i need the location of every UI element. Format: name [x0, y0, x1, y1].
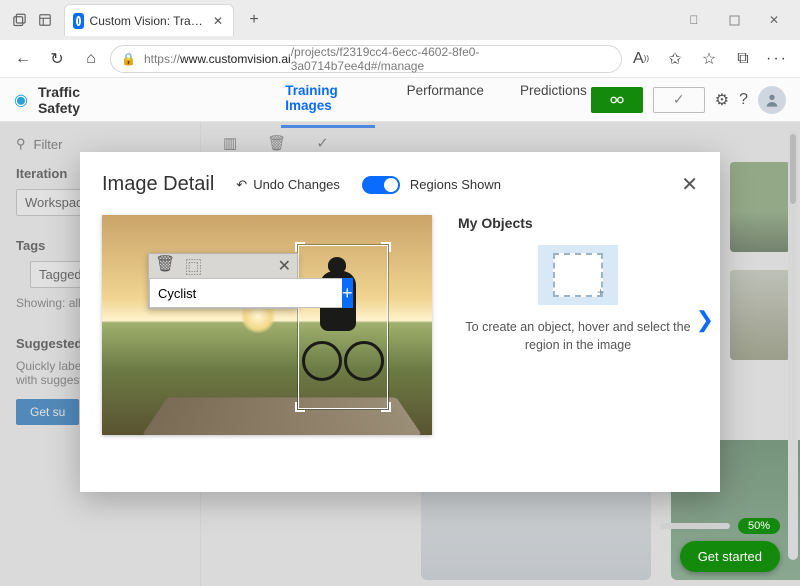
new-tab-button[interactable]: + — [240, 11, 268, 29]
back-button[interactable]: ← — [8, 44, 38, 74]
lock-icon: 🔒 — [121, 52, 136, 66]
url-protocol: https:// — [144, 52, 180, 66]
add-tag-button[interactable]: + — [342, 278, 353, 308]
tab-close-icon[interactable]: ✕ — [213, 14, 223, 28]
undo-label: Undo Changes — [253, 177, 340, 192]
browser-titlebar: Custom Vision: Traffic Safety - Tr ✕ + 􀅽… — [0, 0, 800, 40]
my-objects-heading: My Objects — [458, 215, 698, 231]
undo-icon: ↶ — [236, 177, 247, 193]
favicon-icon — [73, 13, 84, 29]
resize-handle-tr[interactable] — [381, 242, 391, 252]
more-menu[interactable]: ··· — [762, 44, 792, 74]
refresh-button[interactable]: ↻ — [42, 44, 72, 74]
undo-button[interactable]: ↶ Undo Changes — [236, 177, 340, 193]
regions-shown-toggle[interactable] — [362, 176, 400, 194]
resize-handle-tl[interactable] — [295, 242, 305, 252]
settings-icon[interactable]: ⚙ — [715, 90, 729, 110]
object-placeholder[interactable]: + — [538, 245, 618, 305]
collections-icon[interactable]: ⧉ — [728, 44, 758, 74]
progress-badge: 50% — [738, 518, 780, 534]
app-header: ◉ Traffic Safety Training Images Perform… — [0, 78, 800, 122]
help-icon[interactable]: ? — [739, 91, 748, 109]
user-avatar[interactable] — [758, 86, 786, 114]
close-window-button[interactable]: ✕ — [754, 5, 794, 35]
tag-input[interactable] — [149, 278, 342, 308]
custom-vision-logo-icon: ◉ — [14, 90, 28, 110]
favorite-star-icon[interactable]: ✩ — [660, 44, 690, 74]
region-tool-icon[interactable]: ⿴ — [185, 254, 201, 278]
url-input[interactable]: 🔒 https:// www.customvision.ai /projects… — [110, 45, 622, 73]
modal-title: Image Detail — [102, 173, 214, 196]
tab-performance[interactable]: Performance — [403, 71, 488, 128]
create-object-hint: To create an object, hover and select th… — [458, 319, 698, 354]
window-controls: 􀅽 ✕ — [674, 5, 794, 35]
region-bounding-box[interactable] — [298, 245, 388, 409]
close-popup-icon[interactable]: ✕ — [278, 256, 291, 276]
next-image-button[interactable]: ❯ — [696, 307, 714, 333]
tab-predictions[interactable]: Predictions — [516, 71, 591, 128]
image-canvas[interactable]: 🗑 ⿴ ✕ + — [102, 215, 432, 435]
progress-track — [660, 523, 730, 529]
favorites-bar-icon[interactable]: ☆ — [694, 44, 724, 74]
workspaces-icon[interactable] — [32, 7, 58, 33]
url-host: www.customvision.ai — [180, 52, 291, 66]
delete-region-icon[interactable]: 🗑 — [155, 254, 175, 278]
objects-panel: My Objects + To create an object, hover … — [458, 215, 698, 435]
url-path: /projects/f2319cc4-6ecc-4602-8fe0-3a0714… — [291, 45, 611, 73]
read-aloud-icon[interactable]: A)) — [626, 44, 656, 74]
train-button[interactable] — [591, 87, 643, 113]
get-started-button[interactable]: Get started — [680, 541, 780, 572]
project-name: Traffic Safety — [38, 84, 121, 116]
close-modal-button[interactable]: ✕ — [681, 172, 698, 197]
home-button[interactable]: ⌂ — [76, 44, 106, 74]
maximize-button[interactable] — [714, 5, 754, 35]
add-object-icon: + — [597, 285, 604, 299]
regions-shown-label: Regions Shown — [410, 177, 501, 192]
profile-icon[interactable] — [6, 7, 32, 33]
tag-popup: 🗑 ⿴ ✕ + — [148, 253, 298, 309]
browser-tab[interactable]: Custom Vision: Traffic Safety - Tr ✕ — [64, 4, 234, 36]
resize-handle-br[interactable] — [381, 402, 391, 412]
quick-test-button[interactable]: ✓ — [653, 87, 705, 113]
tab-title: Custom Vision: Traffic Safety - Tr — [90, 14, 205, 28]
tab-training-images[interactable]: Training Images — [281, 71, 374, 128]
minimize-button[interactable]: 􀅽 — [674, 5, 714, 35]
image-detail-modal: Image Detail ↶ Undo Changes Regions Show… — [80, 152, 720, 492]
resize-handle-bl[interactable] — [295, 402, 305, 412]
